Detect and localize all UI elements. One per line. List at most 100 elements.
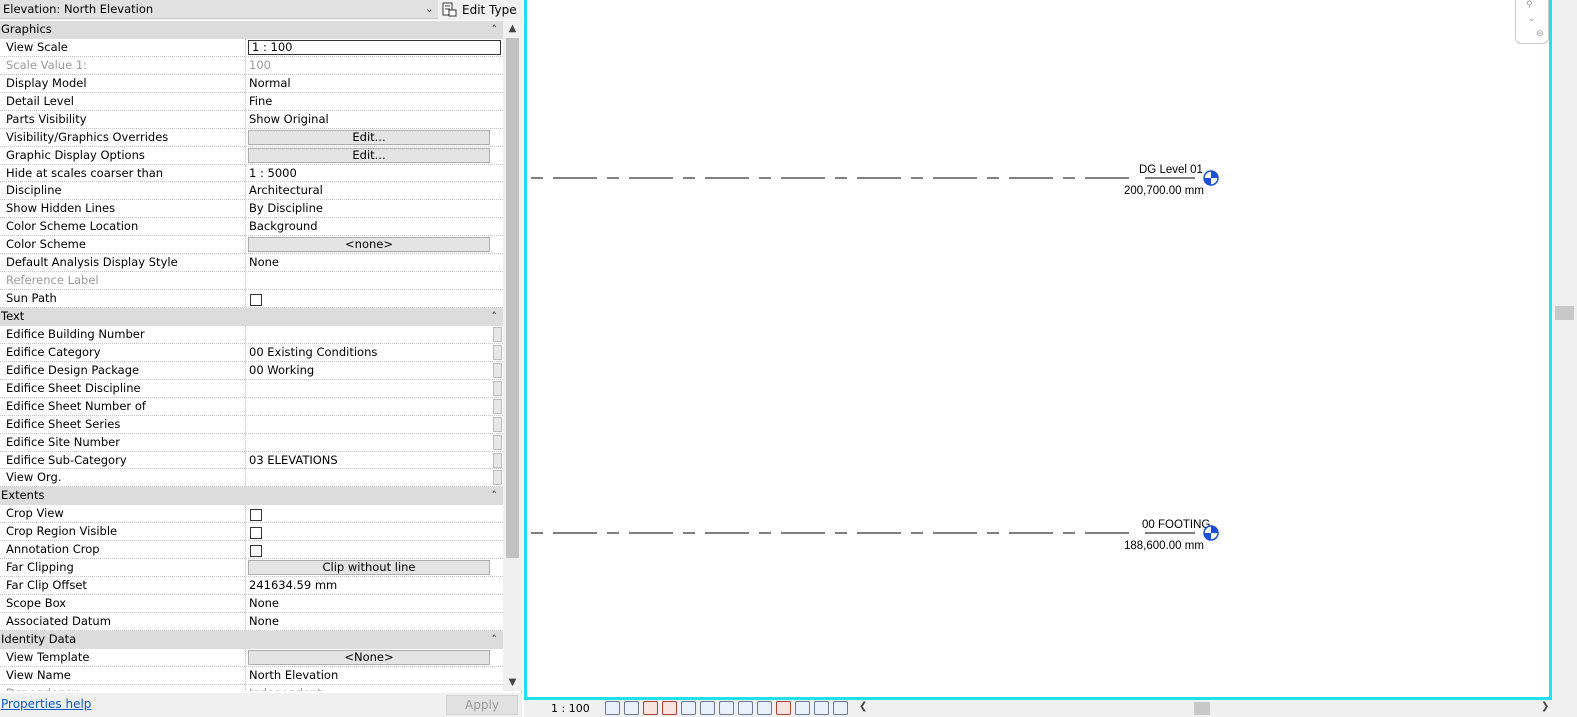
property-value[interactable]: <None> (246, 649, 503, 666)
zoom-icon[interactable]: ⚲ (1526, 0, 1533, 10)
edit-value-icon[interactable] (493, 380, 502, 396)
crop-region-icon[interactable] (719, 701, 734, 715)
property-row: Display Model Normal (0, 74, 503, 93)
property-button[interactable]: Clip without line (248, 560, 490, 576)
property-value[interactable]: By Discipline (246, 200, 503, 217)
group-header[interactable]: Graphics ˄ (0, 21, 503, 39)
property-value[interactable]: Architectural (246, 182, 503, 199)
edit-value-icon[interactable] (493, 326, 502, 342)
property-checkbox[interactable] (250, 509, 262, 522)
property-value[interactable]: 241634.59 mm (246, 577, 503, 594)
property-value[interactable]: None (246, 595, 503, 612)
property-value[interactable] (246, 523, 503, 540)
group-header[interactable]: Identity Data ˄ (0, 630, 503, 649)
properties-scrollbar[interactable]: ▲ ▼ (503, 21, 522, 691)
edit-value-icon[interactable] (493, 470, 502, 486)
level-line-00-footing[interactable]: 00 FOOTING 188,600.00 mm (531, 519, 1219, 552)
properties-help-link[interactable]: Properties help (1, 697, 91, 711)
property-input[interactable]: 1 : 100 (248, 39, 501, 55)
level-head-icon[interactable] (1203, 525, 1219, 541)
property-checkbox[interactable] (250, 294, 262, 307)
property-value[interactable] (246, 380, 503, 397)
level-elevation[interactable]: 200,700.00 mm (1124, 185, 1204, 197)
property-value[interactable]: Normal (246, 75, 503, 92)
view-vertical-scrollbar[interactable] (1552, 0, 1577, 700)
property-value[interactable]: 03 ELEVATIONS (246, 452, 503, 469)
property-value[interactable]: Edit... (246, 147, 503, 164)
level-elevation[interactable]: 188,600.00 mm (1124, 540, 1204, 552)
property-value[interactable] (246, 469, 503, 486)
property-value[interactable]: None (246, 613, 503, 630)
property-value[interactable]: 00 Working (246, 362, 503, 379)
unlock-3d-icon[interactable] (738, 701, 753, 715)
property-button[interactable]: <none> (248, 237, 490, 253)
scroll-right-icon[interactable]: ❯ (1541, 701, 1549, 712)
apply-button[interactable]: Apply (446, 695, 518, 715)
level-head-icon[interactable] (1203, 170, 1219, 186)
drawing-canvas[interactable]: DG Level 01 200,700.00 mm 00 FOOTING 188… (527, 0, 1549, 697)
property-checkbox[interactable] (250, 527, 262, 540)
property-button[interactable]: Edit... (248, 129, 490, 145)
navbar-options-icon[interactable]: ⊖ (1536, 29, 1544, 39)
property-value[interactable]: Clip without line (246, 559, 503, 576)
property-value[interactable]: North Elevation (246, 667, 503, 684)
navigation-bar[interactable]: ⚲ ⌄ ⊖ (1515, 0, 1549, 44)
property-value[interactable]: Edit... (246, 129, 503, 146)
temporary-hide-icon[interactable] (757, 701, 772, 715)
scroll-left-icon[interactable]: ❮ (859, 701, 867, 712)
scrollbar-thumb[interactable] (506, 38, 519, 558)
property-value[interactable] (246, 290, 503, 307)
visual-style-icon[interactable] (624, 701, 639, 715)
property-value[interactable]: Background (246, 218, 503, 235)
property-value[interactable] (246, 505, 503, 522)
edit-value-icon[interactable] (493, 416, 502, 432)
scroll-down-icon[interactable]: ▼ (503, 675, 522, 691)
edit-value-icon[interactable] (493, 452, 502, 468)
level-name[interactable]: DG Level 01 (1139, 164, 1203, 176)
edit-value-icon[interactable] (493, 398, 502, 414)
collapse-icon[interactable]: ˄ (492, 21, 498, 38)
scroll-up-icon[interactable]: ▲ (503, 21, 522, 37)
property-value[interactable]: None (246, 254, 503, 271)
property-checkbox[interactable] (250, 545, 262, 558)
property-value[interactable] (246, 434, 503, 451)
collapse-icon[interactable]: ˄ (492, 308, 498, 325)
property-button[interactable]: Edit... (248, 147, 490, 163)
reveal-hidden-icon[interactable] (776, 701, 791, 715)
level-name[interactable]: 00 FOOTING (1142, 519, 1210, 531)
property-value[interactable] (246, 326, 503, 343)
detail-level-icon[interactable] (605, 701, 620, 715)
property-button[interactable]: <None> (248, 649, 490, 665)
horizontal-scrollbar-thumb[interactable] (1194, 702, 1210, 715)
group-header[interactable]: Text ˄ (0, 308, 503, 326)
property-value[interactable]: <none> (246, 236, 503, 253)
chevron-down-icon[interactable]: ⌄ (1528, 14, 1536, 24)
property-value[interactable]: 1 : 5000 (246, 165, 503, 182)
collapse-icon[interactable]: ˄ (492, 631, 498, 648)
property-value[interactable]: Show Original (246, 111, 503, 128)
edit-value-icon[interactable] (493, 362, 502, 378)
constraints-icon[interactable] (833, 701, 848, 715)
edit-type-button[interactable]: Edit Type (442, 0, 517, 19)
type-selector-dropdown[interactable]: Elevation: North Elevation ⌄ (0, 0, 438, 19)
property-value[interactable] (246, 398, 503, 415)
edit-value-icon[interactable] (493, 434, 502, 450)
group-header[interactable]: Extents ˄ (0, 487, 503, 506)
property-value[interactable]: Fine (246, 93, 503, 110)
sun-path-icon[interactable] (643, 701, 658, 715)
scrollbar-thumb[interactable] (1555, 306, 1574, 320)
property-value[interactable] (246, 416, 503, 433)
level-line-dg-level-01[interactable]: DG Level 01 200,700.00 mm (531, 164, 1219, 197)
property-value[interactable]: 1 : 100 (246, 39, 503, 56)
analysis-display-icon[interactable] (814, 701, 829, 715)
property-value[interactable]: 00 Existing Conditions (246, 344, 503, 361)
property-value[interactable] (246, 541, 503, 558)
view-scale-button[interactable]: 1 : 100 (551, 702, 590, 715)
elevation-view[interactable]: DG Level 01 200,700.00 mm 00 FOOTING 188… (524, 0, 1552, 700)
shadows-icon[interactable] (662, 701, 677, 715)
edit-value-icon[interactable] (493, 344, 502, 360)
worksharing-icon[interactable] (795, 701, 810, 715)
collapse-icon[interactable]: ˄ (492, 487, 498, 504)
render-icon[interactable] (681, 701, 696, 715)
crop-view-icon[interactable] (700, 701, 715, 715)
